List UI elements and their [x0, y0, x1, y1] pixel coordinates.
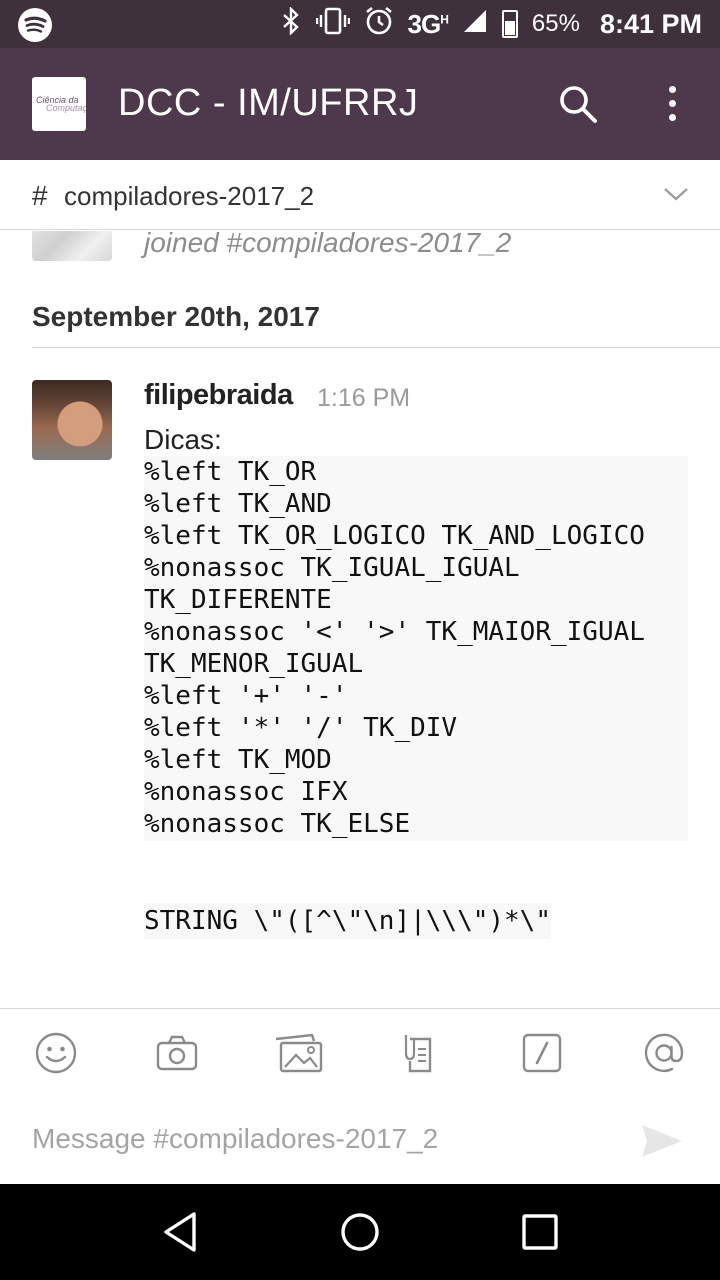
channel-name: compiladores-2017_2	[64, 181, 315, 211]
status-bar: 3GH 65% 8:41 PM	[0, 0, 720, 48]
message-list[interactable]: joined #compiladores-2017_2 September 20…	[0, 231, 720, 1008]
code-line: %left TK_MOD	[144, 745, 332, 775]
code-block: %left TK_OR %left TK_AND %left TK_OR_LOG…	[144, 456, 688, 841]
code-line: %nonassoc TK_IGUAL_IGUAL	[144, 553, 520, 583]
avatar[interactable]	[32, 380, 112, 460]
code-line: %left TK_OR_LOGICO TK_AND_LOGICO	[144, 521, 645, 551]
code-line: %left '+' '-'	[144, 681, 348, 711]
channel-header[interactable]: # compiladores-2017_2	[0, 160, 720, 230]
chevron-down-icon[interactable]	[662, 184, 690, 204]
code-line: TK_DIFERENTE	[144, 585, 332, 615]
code-line: %nonassoc IFX	[144, 777, 348, 807]
battery-icon	[501, 10, 518, 38]
system-navigation-bar	[0, 1184, 720, 1280]
alarm-icon	[364, 6, 394, 43]
vibrate-icon	[315, 7, 350, 42]
spotify-icon	[18, 8, 52, 42]
emoji-icon[interactable]	[34, 1031, 78, 1075]
code-line: %nonassoc TK_ELSE	[144, 809, 411, 839]
code-line: %left '*' '/' TK_DIV	[144, 713, 458, 743]
code-line: TK_MENOR_IGUAL	[144, 649, 364, 679]
search-icon[interactable]	[558, 84, 598, 124]
file-attachment-icon[interactable]	[398, 1031, 442, 1075]
team-name[interactable]: DCC - IM/UFRRJ	[118, 82, 418, 125]
signal-icon	[462, 8, 488, 41]
mention-icon[interactable]	[642, 1031, 686, 1075]
code-line: %nonassoc '<' '>' TK_MAIOR_IGUAL	[144, 617, 645, 647]
photo-gallery-icon[interactable]	[274, 1031, 324, 1075]
more-options-icon[interactable]	[660, 84, 684, 124]
message-author[interactable]: filipebraida	[144, 379, 293, 412]
back-icon[interactable]	[158, 1210, 202, 1254]
home-icon[interactable]	[338, 1210, 382, 1254]
avatar[interactable]	[32, 231, 112, 261]
code-line: %left TK_AND	[144, 489, 332, 519]
message-input[interactable]	[32, 1117, 612, 1161]
status-time: 8:41 PM	[599, 8, 702, 39]
channel-hash-icon: #	[32, 180, 48, 211]
bluetooth-icon	[280, 5, 302, 42]
camera-icon[interactable]	[155, 1031, 199, 1075]
inline-code: STRING \"([^\"\n]|\\\")*\"	[144, 903, 551, 939]
date-label: September 20th, 2017	[32, 301, 320, 332]
team-logo[interactable]: Ciência da Computação	[32, 77, 86, 131]
message-composer	[0, 1008, 720, 1184]
app-bar: Ciência da Computação DCC - IM/UFRRJ	[0, 48, 720, 160]
joined-message: joined #compiladores-2017_2	[144, 231, 512, 258]
message-text: Dicas:	[144, 424, 222, 455]
network-indicator: 3GH	[407, 8, 449, 39]
date-divider: September 20th, 2017	[32, 301, 720, 348]
slash-command-icon[interactable]	[520, 1031, 564, 1075]
send-icon[interactable]	[640, 1121, 684, 1161]
recent-apps-icon[interactable]	[518, 1210, 562, 1254]
message-time: 1:16 PM	[317, 384, 411, 412]
code-line: %left TK_OR	[144, 457, 317, 487]
battery-percent: 65%	[531, 10, 580, 37]
